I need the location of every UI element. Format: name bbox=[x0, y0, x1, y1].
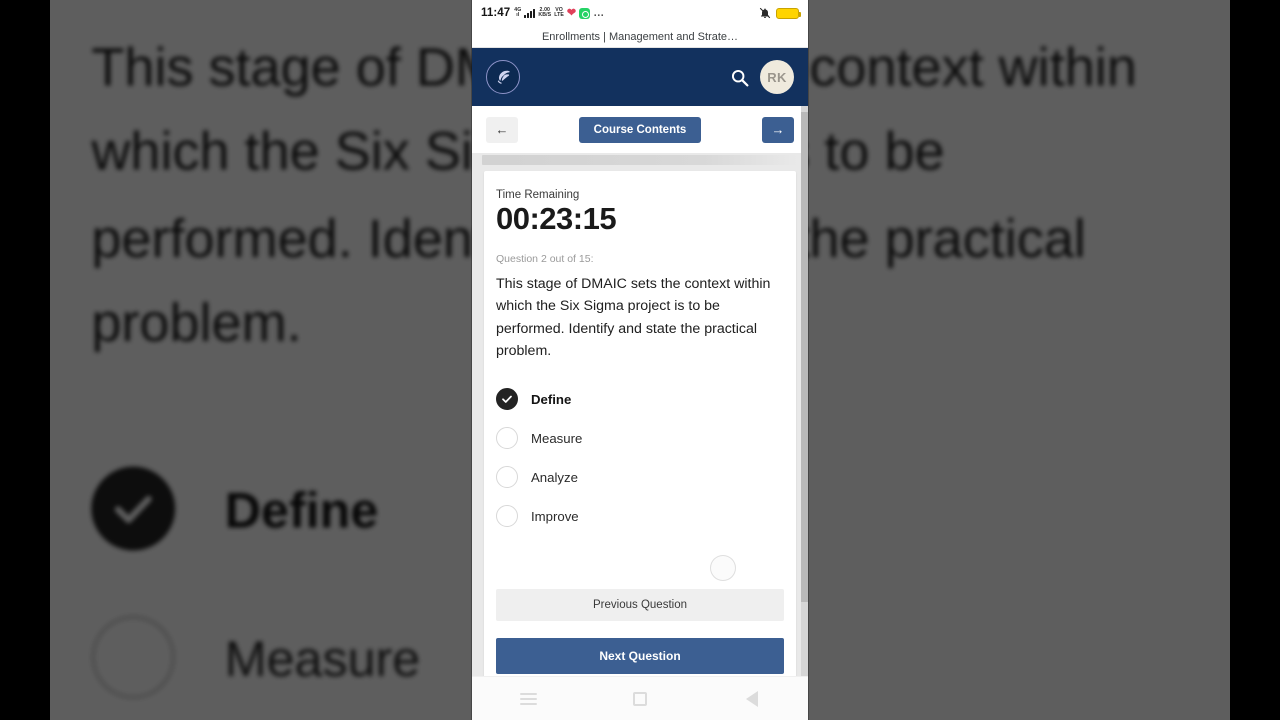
time-remaining-value: 00:23:15 bbox=[496, 201, 617, 236]
messaging-app-icon bbox=[579, 7, 591, 19]
letterbox-right bbox=[1230, 0, 1280, 720]
back-icon[interactable] bbox=[729, 684, 775, 714]
question-counter: Question 2 out of 15: bbox=[496, 253, 594, 266]
answer-option-label: Measure bbox=[531, 430, 583, 446]
clipped-heading-line bbox=[482, 155, 798, 165]
previous-question-button[interactable]: Previous Question bbox=[496, 589, 784, 622]
course-nav-bar: ← Course Contents → bbox=[472, 106, 808, 153]
heart-icon: ❤ bbox=[566, 6, 577, 19]
search-icon[interactable] bbox=[729, 67, 750, 88]
browser-tab-title[interactable]: Enrollments | Management and Strate… bbox=[472, 26, 808, 48]
logo-swirl-glyph bbox=[497, 70, 510, 84]
page-scrollbar[interactable] bbox=[801, 106, 808, 676]
recents-icon[interactable] bbox=[505, 684, 551, 714]
answer-option-define[interactable]: Define bbox=[496, 388, 784, 411]
site-logo-icon[interactable] bbox=[486, 60, 520, 94]
answer-option-label: Define bbox=[531, 391, 572, 407]
previous-page-arrow-icon[interactable]: ← bbox=[486, 116, 518, 143]
home-icon[interactable] bbox=[617, 684, 663, 714]
answer-option-measure[interactable]: Measure bbox=[496, 427, 784, 450]
volte-icon: VO LTE bbox=[554, 6, 564, 18]
next-question-button[interactable]: Next Question bbox=[496, 638, 784, 675]
answer-option-analyze[interactable]: Analyze bbox=[496, 466, 784, 489]
site-header: RK bbox=[472, 48, 808, 106]
data-rate-icon: 2.00 KB/S bbox=[538, 6, 552, 18]
answer-option-label: Improve bbox=[531, 508, 579, 524]
notification-overflow-icon: … bbox=[593, 7, 605, 19]
network-type-icon: 4G ıl bbox=[514, 6, 522, 18]
radio-unchecked-icon[interactable] bbox=[496, 427, 518, 450]
screen-root: 11:47 Enrollments | Management and Strat… bbox=[0, 0, 1280, 720]
quiz-card: Time Remaining 00:23:15 Question 2 out o… bbox=[484, 171, 796, 676]
android-status-bar: 11:47 4G ıl 2.00 KB/S VO LTE ❤ … bbox=[472, 0, 808, 26]
answer-option-label: Analyze bbox=[531, 469, 578, 485]
question-text: This stage of DMAIC sets the context wit… bbox=[496, 276, 771, 359]
radio-checked-icon[interactable] bbox=[496, 388, 518, 411]
time-remaining-label: Time Remaining bbox=[496, 189, 580, 201]
letterbox-left bbox=[0, 0, 50, 720]
phone-viewport: 11:47 4G ıl 2.00 KB/S VO LTE ❤ … Enrollm… bbox=[472, 0, 808, 720]
battery-saver-icon bbox=[776, 7, 802, 19]
status-clock: 11:47 bbox=[481, 7, 511, 19]
android-nav-bar bbox=[472, 676, 808, 720]
next-page-arrow-icon[interactable]: → bbox=[762, 116, 794, 143]
answer-option-improve[interactable]: Improve bbox=[496, 505, 784, 528]
answer-options-list: Define Measure Analyze Improve bbox=[496, 388, 784, 528]
touch-indicator bbox=[710, 555, 736, 581]
user-avatar[interactable]: RK bbox=[760, 60, 794, 94]
scrollbar-thumb[interactable] bbox=[801, 112, 808, 602]
page-content: Time Remaining 00:23:15 Question 2 out o… bbox=[472, 153, 808, 676]
bell-muted-icon bbox=[759, 7, 771, 19]
radio-unchecked-icon[interactable] bbox=[496, 505, 518, 528]
course-contents-button[interactable]: Course Contents bbox=[578, 116, 702, 143]
signal-bars-icon bbox=[524, 8, 536, 18]
radio-unchecked-icon[interactable] bbox=[496, 466, 518, 489]
